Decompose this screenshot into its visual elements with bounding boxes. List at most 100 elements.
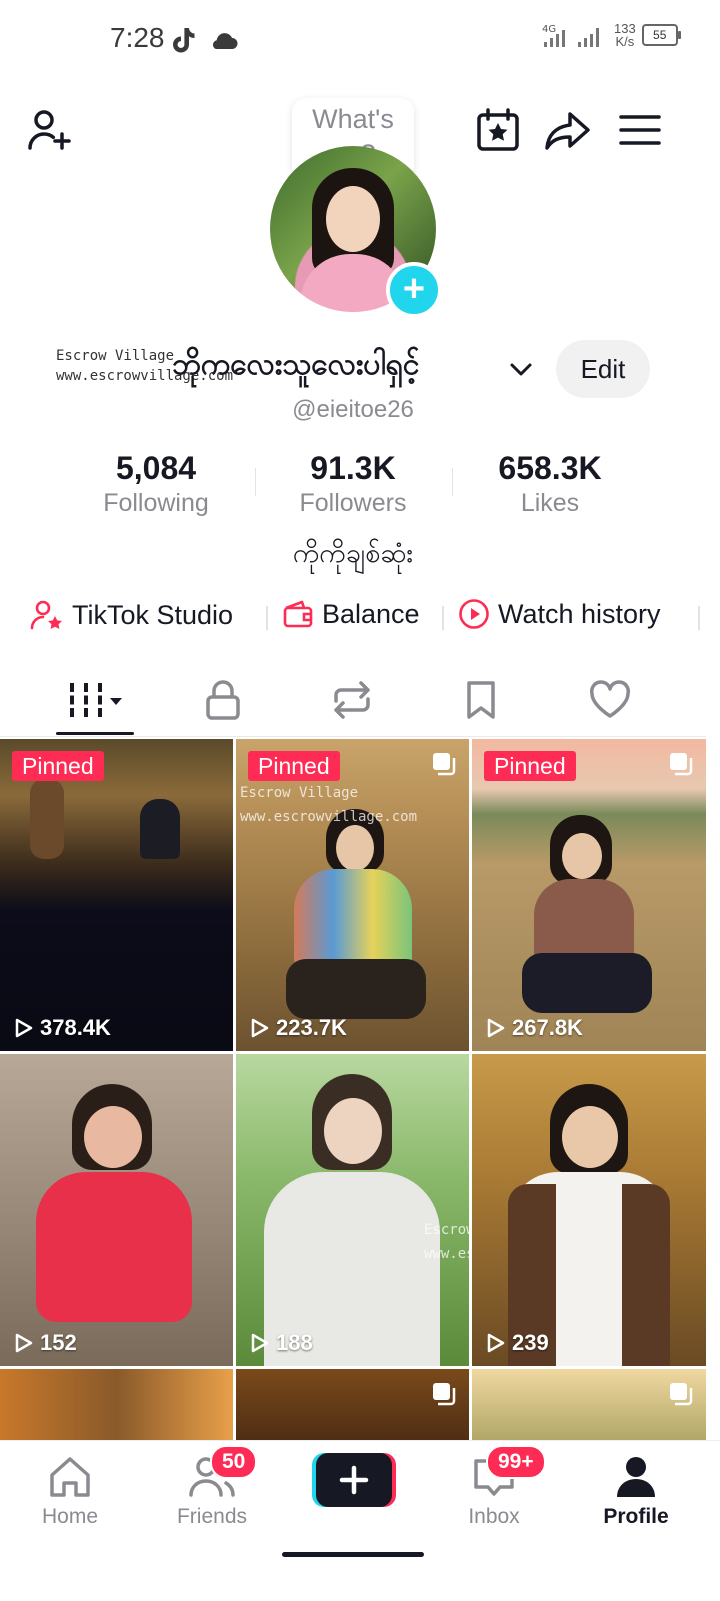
multi-image-icon [433, 753, 456, 776]
nav-label: Home [41, 1505, 99, 1528]
network-speed: 133 K/s [614, 22, 636, 48]
wallet-icon [283, 600, 313, 628]
stat-label: Following [103, 489, 209, 517]
play-circle-icon [459, 599, 489, 629]
stat-value: 91.3K [310, 450, 396, 486]
nav-profile[interactable]: Profile [576, 1455, 696, 1529]
create-button[interactable] [312, 1453, 396, 1507]
nav-label: Inbox [468, 1505, 520, 1528]
bottom-nav: Home Friends 50 Inbox 99+ Profile [0, 1440, 720, 1601]
stat-likes[interactable]: 658.3K Likes [452, 450, 648, 518]
bookmark-icon [467, 681, 495, 719]
view-count: 378.4K [12, 1015, 111, 1041]
play-icon [251, 1333, 269, 1353]
tab-private[interactable] [158, 672, 288, 728]
person-star-icon [30, 600, 62, 630]
pinned-badge: Pinned [12, 751, 104, 781]
stat-label: Followers [299, 489, 407, 517]
menu-icon[interactable] [616, 106, 664, 154]
grid-bars-icon [70, 683, 122, 717]
view-count: 223.7K [248, 1015, 347, 1041]
display-name[interactable]: ဘိုကလေးသူလေးပါရှင့် [172, 344, 419, 389]
tab-favorites[interactable] [416, 672, 546, 728]
view-count-label: 223.7K [276, 1015, 347, 1040]
view-count-label: 152 [40, 1330, 77, 1355]
nav-label: Profile [603, 1505, 669, 1528]
multi-image-icon [670, 1383, 693, 1406]
video-tile[interactable]: 152 [0, 1054, 233, 1366]
nav-label: Friends [176, 1505, 248, 1528]
play-icon [15, 1333, 33, 1353]
add-avatar-button[interactable]: + [386, 262, 442, 318]
play-icon [251, 1018, 269, 1038]
pinned-badge: Pinned [248, 751, 340, 781]
calendar-star-icon[interactable] [474, 106, 522, 154]
video-tile[interactable] [236, 1369, 469, 1449]
signal-icon: 4G [542, 24, 599, 47]
divider [698, 606, 700, 630]
view-count-label: 267.8K [512, 1015, 583, 1040]
tiktok-notification-icon [173, 28, 195, 53]
play-icon [487, 1333, 505, 1353]
balance-link[interactable]: Balance [282, 598, 420, 630]
pinned-badge: Pinned [484, 751, 576, 781]
shortcut-label: Watch history [498, 598, 661, 629]
tab-divider [0, 736, 706, 737]
tab-liked[interactable] [545, 672, 675, 728]
stat-label: Likes [520, 489, 580, 517]
repost-icon [334, 681, 370, 719]
play-icon [487, 1018, 505, 1038]
video-tile[interactable]: Pinned Escrow Village www.escrowvillage.… [236, 739, 469, 1051]
profile-icon [617, 1457, 655, 1497]
view-count-label: 239 [512, 1330, 549, 1355]
add-friend-icon[interactable] [26, 106, 74, 154]
lock-icon [206, 680, 240, 720]
battery-icon: 55 [641, 24, 681, 46]
video-tile[interactable]: Pinned 267.8K [472, 739, 706, 1051]
view-count: 152 [12, 1330, 77, 1356]
view-count: 239 [484, 1330, 549, 1356]
tiktok-studio-link[interactable]: TikTok Studio [30, 598, 233, 632]
play-icon [15, 1018, 33, 1038]
multi-image-icon [433, 1383, 456, 1406]
video-tile[interactable]: Escrow Village www.escrowvillage.com 188 [236, 1054, 469, 1366]
status-time: 7:28 [110, 22, 165, 53]
chevron-down-icon[interactable] [508, 356, 534, 382]
stat-following[interactable]: 5,084 Following [58, 450, 254, 518]
watch-history-link[interactable]: Watch history [458, 598, 661, 630]
edit-profile-button[interactable]: Edit [556, 340, 650, 398]
active-tab-indicator [56, 732, 134, 735]
multi-image-icon [670, 753, 693, 776]
shortcut-label: TikTok Studio [72, 599, 234, 630]
watermark: Escrow Village www.escrowvillage.com [424, 1222, 469, 1262]
video-tile[interactable]: 239 [472, 1054, 706, 1366]
stat-followers[interactable]: 91.3K Followers [255, 450, 451, 518]
home-indicator [282, 1552, 424, 1557]
username: @eieitoe26 [292, 396, 414, 423]
friends-badge: 50 [210, 1445, 258, 1479]
view-count-label: 188 [276, 1330, 313, 1355]
video-tile[interactable] [0, 1369, 233, 1449]
status-indicators: 4G 133 K/s 55 [542, 22, 681, 48]
stat-value: 658.3K [498, 450, 602, 486]
stat-value: 5,084 [115, 450, 197, 486]
view-count: 267.8K [484, 1015, 583, 1041]
watermark: Escrow Village www.escrowvillage.com [240, 785, 418, 825]
speed-unit: K/s [615, 34, 635, 49]
view-count: 188 [248, 1330, 313, 1356]
inbox-badge: 99+ [486, 1445, 546, 1479]
video-tile[interactable]: Pinned 378.4K [0, 739, 233, 1051]
cloud-icon [212, 33, 238, 49]
share-icon[interactable] [544, 106, 592, 154]
tab-reposts[interactable] [287, 672, 417, 728]
bio: ကိုကိုချစ်ဆုံး [292, 538, 414, 569]
view-count-label: 378.4K [40, 1015, 111, 1040]
home-icon [50, 1457, 90, 1497]
heart-icon [589, 680, 631, 718]
divider [442, 606, 444, 630]
network-type: 4G [542, 24, 556, 35]
tab-videos[interactable] [30, 672, 160, 728]
nav-home[interactable]: Home [10, 1455, 130, 1529]
divider [266, 606, 268, 630]
video-tile[interactable] [472, 1369, 706, 1449]
